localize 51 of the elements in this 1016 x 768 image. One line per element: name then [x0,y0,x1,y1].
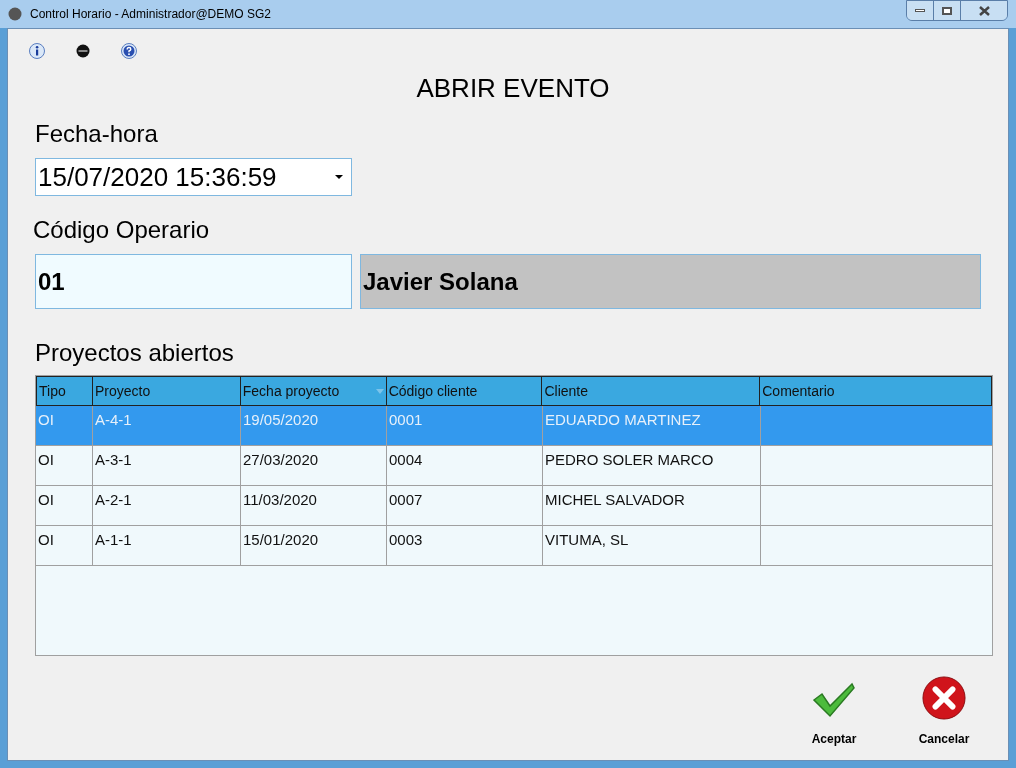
table-cell: 11/03/2020 [243,491,317,508]
column-header[interactable]: Comentario [760,377,991,405]
dialog-heading: ABRIR EVENTO [416,72,610,105]
table-row[interactable]: OI A-2-1 11/03/2020 0007 MICHEL SALVADOR [36,486,992,526]
column-header[interactable]: Fecha proyecto [240,377,387,405]
maximize-button[interactable] [934,1,961,20]
projects-label: Proyectos abiertos [35,338,235,368]
operator-code-field[interactable]: 01 [35,254,352,309]
table-cell: PEDRO SOLER MARCO [545,451,714,468]
cancel-button[interactable]: Cancelar [909,676,979,748]
table-cell: EDUARDO MARTINEZ [545,411,701,428]
help-icon[interactable] [121,43,137,59]
table-cell: OI [38,491,54,508]
table-cell: OI [38,451,54,468]
table-cell: 19/05/2020 [243,411,319,428]
close-icon [978,5,990,16]
column-header[interactable]: Tipo [37,377,93,405]
operator-label: Código Operario [33,215,211,245]
close-button[interactable] [961,1,1007,20]
table-cell: 27/03/2020 [243,451,319,468]
table-cell: 0001 [389,411,423,428]
column-header[interactable]: Proyecto [92,377,241,405]
table-cell: OI [38,531,54,548]
datetime-label: Fecha-hora [35,119,159,149]
table-cell: A-1-1 [95,531,132,548]
operator-name-field: Javier Solana [360,254,981,309]
checkmark-icon [812,680,856,720]
info-icon[interactable] [29,43,45,59]
table-cell: OI [38,411,54,428]
table-cell: 0003 [389,531,423,548]
dropdown-caret-icon [335,174,343,180]
table-cell: VITUMA, SL [545,531,629,548]
close-icon [921,676,967,720]
app-logo-icon [8,7,22,21]
datetime-picker[interactable]: 15/07/2020 15:36:59 [35,158,352,196]
table-row[interactable]: OI A-1-1 15/01/2020 0003 VITUMA, SL [36,526,992,566]
column-header[interactable]: Cliente [542,377,761,405]
minimize-button[interactable] [907,1,934,20]
accept-button[interactable]: Aceptar [799,676,869,748]
sort-arrow-icon [375,388,384,394]
stop-icon[interactable] [75,43,91,59]
column-header[interactable]: Código cliente [386,377,543,405]
table-cell: 15/01/2020 [243,531,319,548]
table-cell: MICHEL SALVADOR [545,491,685,508]
table-cell: A-3-1 [95,451,132,468]
table-cell: A-2-1 [95,491,132,508]
window-title: Control Horario - Administrador@DEMO SG2 [30,6,271,23]
table-cell: 0007 [389,491,423,508]
table-cell: A-4-1 [95,411,132,428]
table-cell: 0004 [389,451,423,468]
table-row[interactable]: OI A-3-1 27/03/2020 0004 PEDRO SOLER MARCO [36,446,992,486]
